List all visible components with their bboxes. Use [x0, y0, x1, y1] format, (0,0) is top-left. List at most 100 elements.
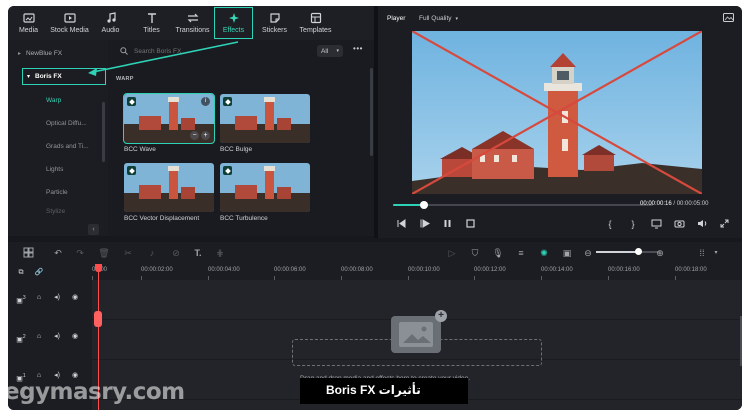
redo-button[interactable]: ↷: [74, 247, 86, 259]
play-button[interactable]: [418, 218, 430, 230]
track-lane-3[interactable]: [92, 280, 742, 320]
tab-effects[interactable]: Effects: [213, 6, 254, 40]
ai-icon: ✺: [540, 248, 548, 258]
audio-edit-button[interactable]: ♪: [146, 247, 158, 259]
folder-icon[interactable]: ⌂: [34, 332, 44, 342]
sidebar-subitem-grads-and-tints[interactable]: Grads and Ti...: [8, 135, 108, 158]
fullscreen-button[interactable]: [718, 218, 730, 230]
eye-icon[interactable]: ◉: [70, 293, 80, 303]
minus-circle-icon: ⊖: [584, 248, 592, 258]
sidebar-subitem-stylize[interactable]: Stylize: [8, 204, 108, 218]
sidebar-subitem-warp[interactable]: Warp: [8, 89, 108, 112]
mark-in-button[interactable]: {: [604, 218, 616, 230]
adjust-button[interactable]: ⋕: [214, 247, 226, 259]
view-dropdown[interactable]: ▾: [710, 247, 722, 259]
player-tab[interactable]: Player: [387, 15, 405, 22]
tab-media[interactable]: Media: [8, 6, 49, 40]
speaker-icon[interactable]: ◂): [52, 332, 62, 342]
filter-dropdown[interactable]: All ▾: [317, 45, 343, 57]
playback-progress-bar[interactable]: [393, 201, 653, 209]
video-track-icon: ▣3: [16, 295, 26, 305]
zoom-handle[interactable]: [634, 248, 642, 255]
sidebar-subitem-particle[interactable]: Particle: [8, 181, 108, 204]
minus-icon[interactable]: −: [190, 131, 199, 140]
effect-card-bcc-wave[interactable]: i − + BCC Wave: [123, 93, 215, 153]
video-preview[interactable]: [412, 31, 702, 194]
brace-left-icon: {: [608, 219, 612, 229]
tab-audio[interactable]: Audio: [90, 6, 131, 40]
subitem-label: Optical Diffu...: [46, 120, 87, 127]
ruler-tick: 00:00:10:00: [408, 267, 440, 280]
caption-text: تأثيرات Boris FX: [326, 383, 421, 397]
monitor-icon: [651, 219, 661, 229]
audio-mixer-button[interactable]: ≡: [515, 247, 527, 259]
timecode: 00:00:00:16 / 00:00:05:00: [640, 201, 708, 207]
tab-audio-label: Audio: [101, 27, 120, 34]
progress-handle[interactable]: [420, 201, 429, 209]
captions-button[interactable]: ▣: [561, 247, 573, 259]
add-icon[interactable]: +: [201, 131, 210, 140]
sidebar-subitem-optical-diffusion[interactable]: Optical Diffu...: [8, 112, 108, 135]
effect-card-bcc-turbulence[interactable]: BCC Turbulence: [220, 163, 310, 222]
add-text-button[interactable]: T.: [192, 247, 204, 259]
sidebar-subitem-lights[interactable]: Lights: [8, 158, 108, 181]
volume-button[interactable]: [696, 218, 708, 230]
speaker-icon[interactable]: ◂): [52, 293, 62, 303]
stop-button[interactable]: [464, 218, 476, 230]
effect-card-bcc-bulge[interactable]: BCC Bulge: [220, 94, 310, 153]
quality-dropdown[interactable]: Full Quality ▾: [419, 15, 458, 22]
info-icon[interactable]: i: [201, 97, 210, 106]
playhead-handle[interactable]: [95, 264, 102, 272]
timeline-scrollbar[interactable]: [740, 316, 742, 366]
ruler-tick: 00:00:16:00: [608, 267, 640, 280]
time-ruler[interactable]: 00:00 00:00:02:00 00:00:04:00 00:00:06:0…: [92, 264, 742, 280]
undo-button[interactable]: ↶: [52, 247, 64, 259]
sidebar-scrollbar[interactable]: [102, 102, 105, 162]
chevron-down-icon: ▾: [336, 48, 339, 54]
expand-icon: [720, 219, 728, 228]
snapshot-button[interactable]: [673, 218, 685, 230]
pause-button[interactable]: [441, 218, 453, 230]
record-voiceover-button[interactable]: 🎙: [492, 247, 504, 259]
tab-stickers[interactable]: Stickers: [254, 6, 295, 40]
ai-tools-button[interactable]: ✺: [538, 247, 550, 259]
add-media-icon[interactable]: +: [435, 310, 447, 322]
collapse-sidebar-button[interactable]: ‹: [88, 224, 99, 235]
speed-button[interactable]: ⊘: [170, 247, 182, 259]
display-button[interactable]: [650, 218, 662, 230]
media-toolbar: Media Stock Media Audio Titles Transitio…: [8, 6, 374, 40]
search-box[interactable]: [114, 44, 313, 58]
eye-icon[interactable]: ◉: [70, 332, 80, 342]
effects-scrollbar[interactable]: [370, 68, 373, 156]
add-track-icon[interactable]: ⧉: [16, 268, 26, 278]
zoom-out-button[interactable]: ⊖: [582, 247, 594, 259]
delete-button[interactable]: 🗑: [98, 247, 110, 259]
tab-titles[interactable]: Titles: [131, 6, 172, 40]
marker-button[interactable]: ⛉: [469, 247, 481, 259]
brace-right-icon: }: [631, 219, 635, 229]
tab-stock-media[interactable]: Stock Media: [49, 6, 90, 40]
tab-templates[interactable]: Templates: [295, 6, 336, 40]
more-options-button[interactable]: •••: [351, 44, 365, 56]
effect-card-label: BCC Turbulence: [220, 215, 268, 222]
sidebar-item-boris-fx[interactable]: ▾ Boris FX: [22, 68, 106, 85]
mark-out-button[interactable]: }: [627, 218, 639, 230]
layout-button[interactable]: [22, 247, 34, 259]
lighthouse-thumbnail: [124, 163, 214, 212]
folder-icon[interactable]: ⌂: [34, 293, 44, 303]
sidebar-item-newblue-fx[interactable]: ▸ NewBlue FX: [8, 42, 108, 64]
effect-card-bcc-vector-displacement[interactable]: BCC Vector Displacement: [124, 163, 214, 222]
effect-card-label: BCC Wave: [124, 146, 156, 153]
tab-transitions[interactable]: Transitions: [172, 6, 213, 40]
link-icon[interactable]: 🔗: [34, 268, 44, 278]
render-button[interactable]: ▷: [446, 247, 458, 259]
snapshot-icon[interactable]: [723, 13, 734, 22]
previous-frame-button[interactable]: [395, 218, 407, 230]
video-track-icon: ▣2: [16, 334, 26, 344]
split-button[interactable]: ✂: [122, 247, 134, 259]
search-input[interactable]: [134, 47, 284, 55]
zoom-slider[interactable]: [596, 248, 660, 255]
timeline-view-button[interactable]: ⁞⁞: [696, 247, 708, 259]
speed-icon: ⊘: [172, 248, 180, 258]
zoom-in-button[interactable]: ⊕: [654, 247, 666, 259]
